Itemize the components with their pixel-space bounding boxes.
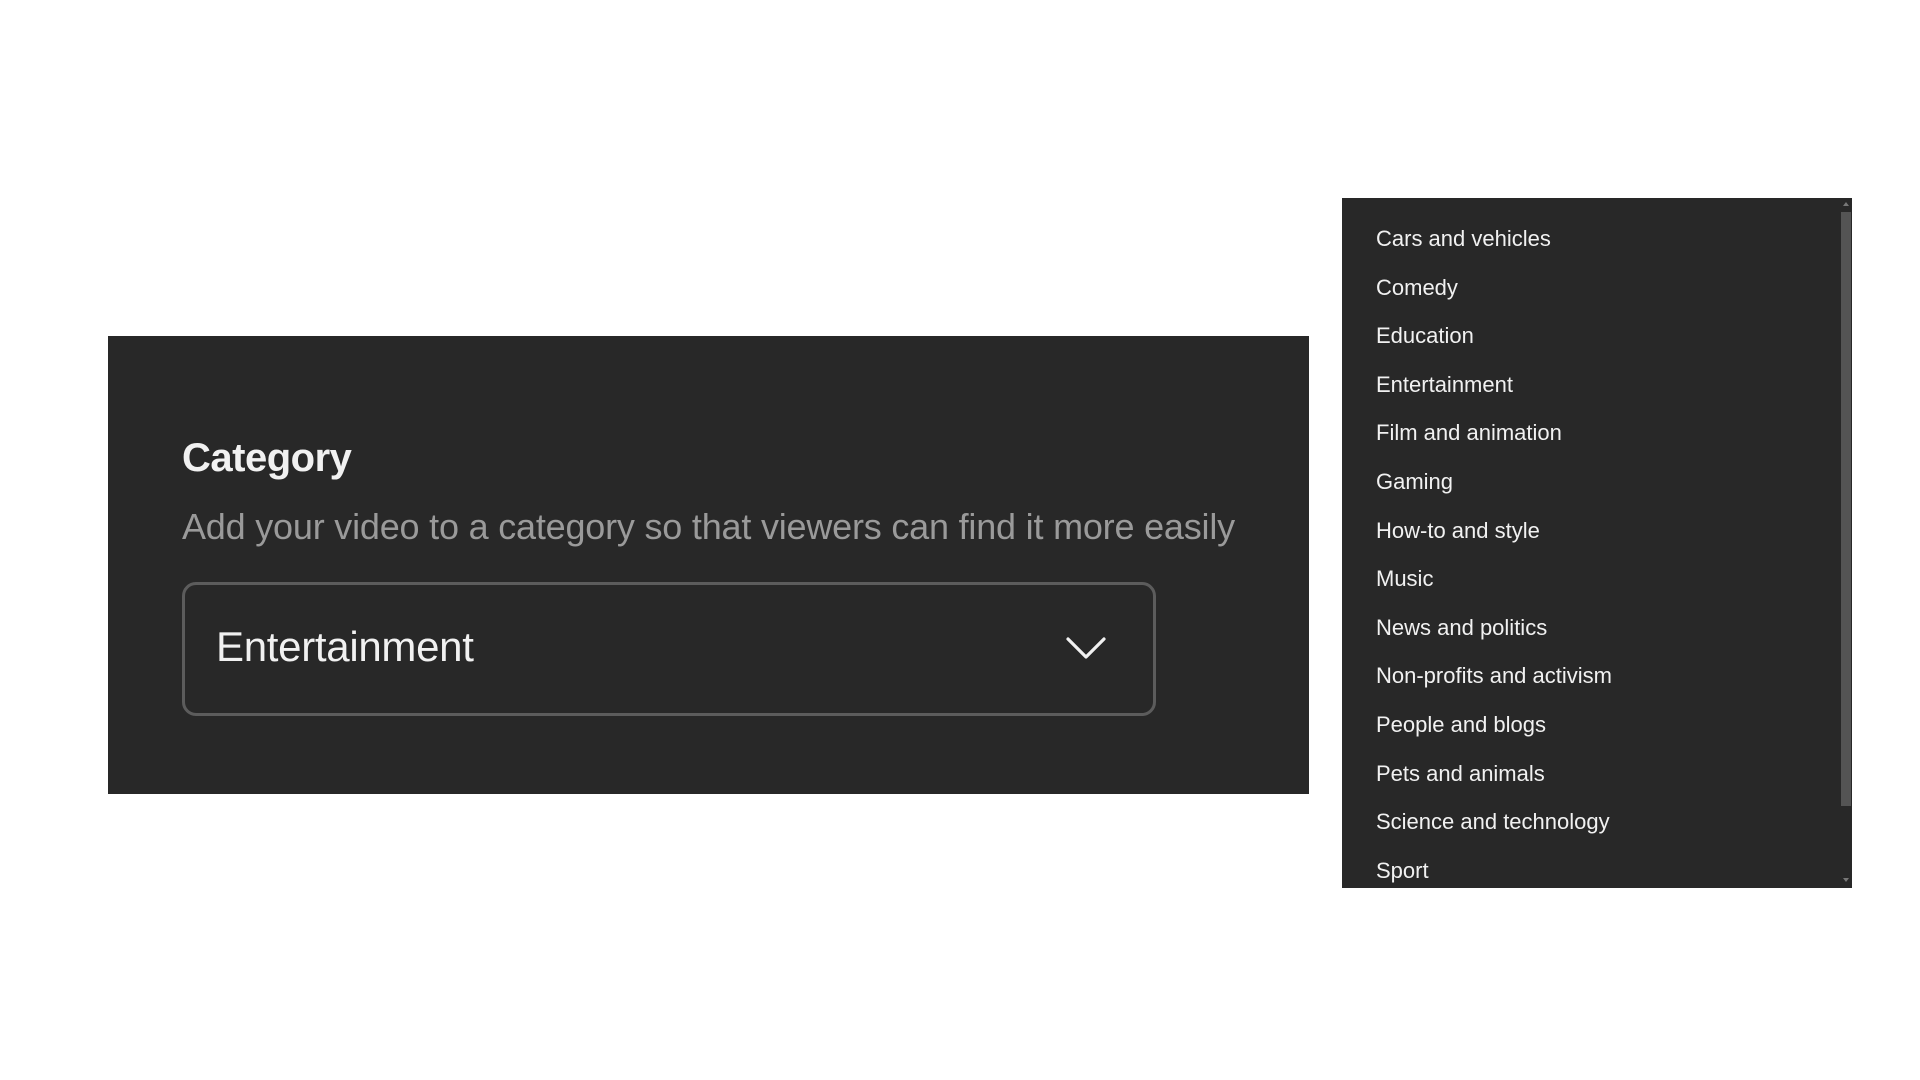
category-description: Add your video to a category so that vie… — [182, 506, 1235, 548]
dropdown-item-gaming[interactable]: Gaming — [1342, 458, 1836, 507]
scroll-down-arrow-icon[interactable] — [1843, 878, 1849, 882]
dropdown-item-non-profits-and-activism[interactable]: Non-profits and activism — [1342, 652, 1836, 701]
category-selected-value: Entertainment — [216, 623, 474, 671]
scroll-up-arrow-icon[interactable] — [1843, 202, 1849, 206]
dropdown-item-science-and-technology[interactable]: Science and technology — [1342, 798, 1836, 847]
category-card: Category Add your video to a category so… — [108, 336, 1309, 794]
dropdown-item-music[interactable]: Music — [1342, 555, 1836, 604]
category-title: Category — [182, 436, 351, 481]
dropdown-item-how-to-and-style[interactable]: How-to and style — [1342, 507, 1836, 556]
category-dropdown-list: Cars and vehicles Comedy Education Enter… — [1342, 215, 1836, 888]
chevron-down-icon — [1065, 635, 1107, 661]
dropdown-item-news-and-politics[interactable]: News and politics — [1342, 604, 1836, 653]
dropdown-scrollbar-thumb[interactable] — [1841, 212, 1851, 806]
dropdown-scrollbar[interactable] — [1840, 198, 1852, 888]
dropdown-item-sport[interactable]: Sport — [1342, 847, 1836, 888]
dropdown-item-film-and-animation[interactable]: Film and animation — [1342, 409, 1836, 458]
category-dropdown-panel: Cars and vehicles Comedy Education Enter… — [1342, 198, 1852, 888]
dropdown-item-people-and-blogs[interactable]: People and blogs — [1342, 701, 1836, 750]
dropdown-item-entertainment[interactable]: Entertainment — [1342, 361, 1836, 410]
dropdown-item-cars-and-vehicles[interactable]: Cars and vehicles — [1342, 215, 1836, 264]
dropdown-item-education[interactable]: Education — [1342, 312, 1836, 361]
dropdown-item-pets-and-animals[interactable]: Pets and animals — [1342, 750, 1836, 799]
category-select[interactable]: Entertainment — [182, 582, 1156, 716]
dropdown-item-comedy[interactable]: Comedy — [1342, 264, 1836, 313]
